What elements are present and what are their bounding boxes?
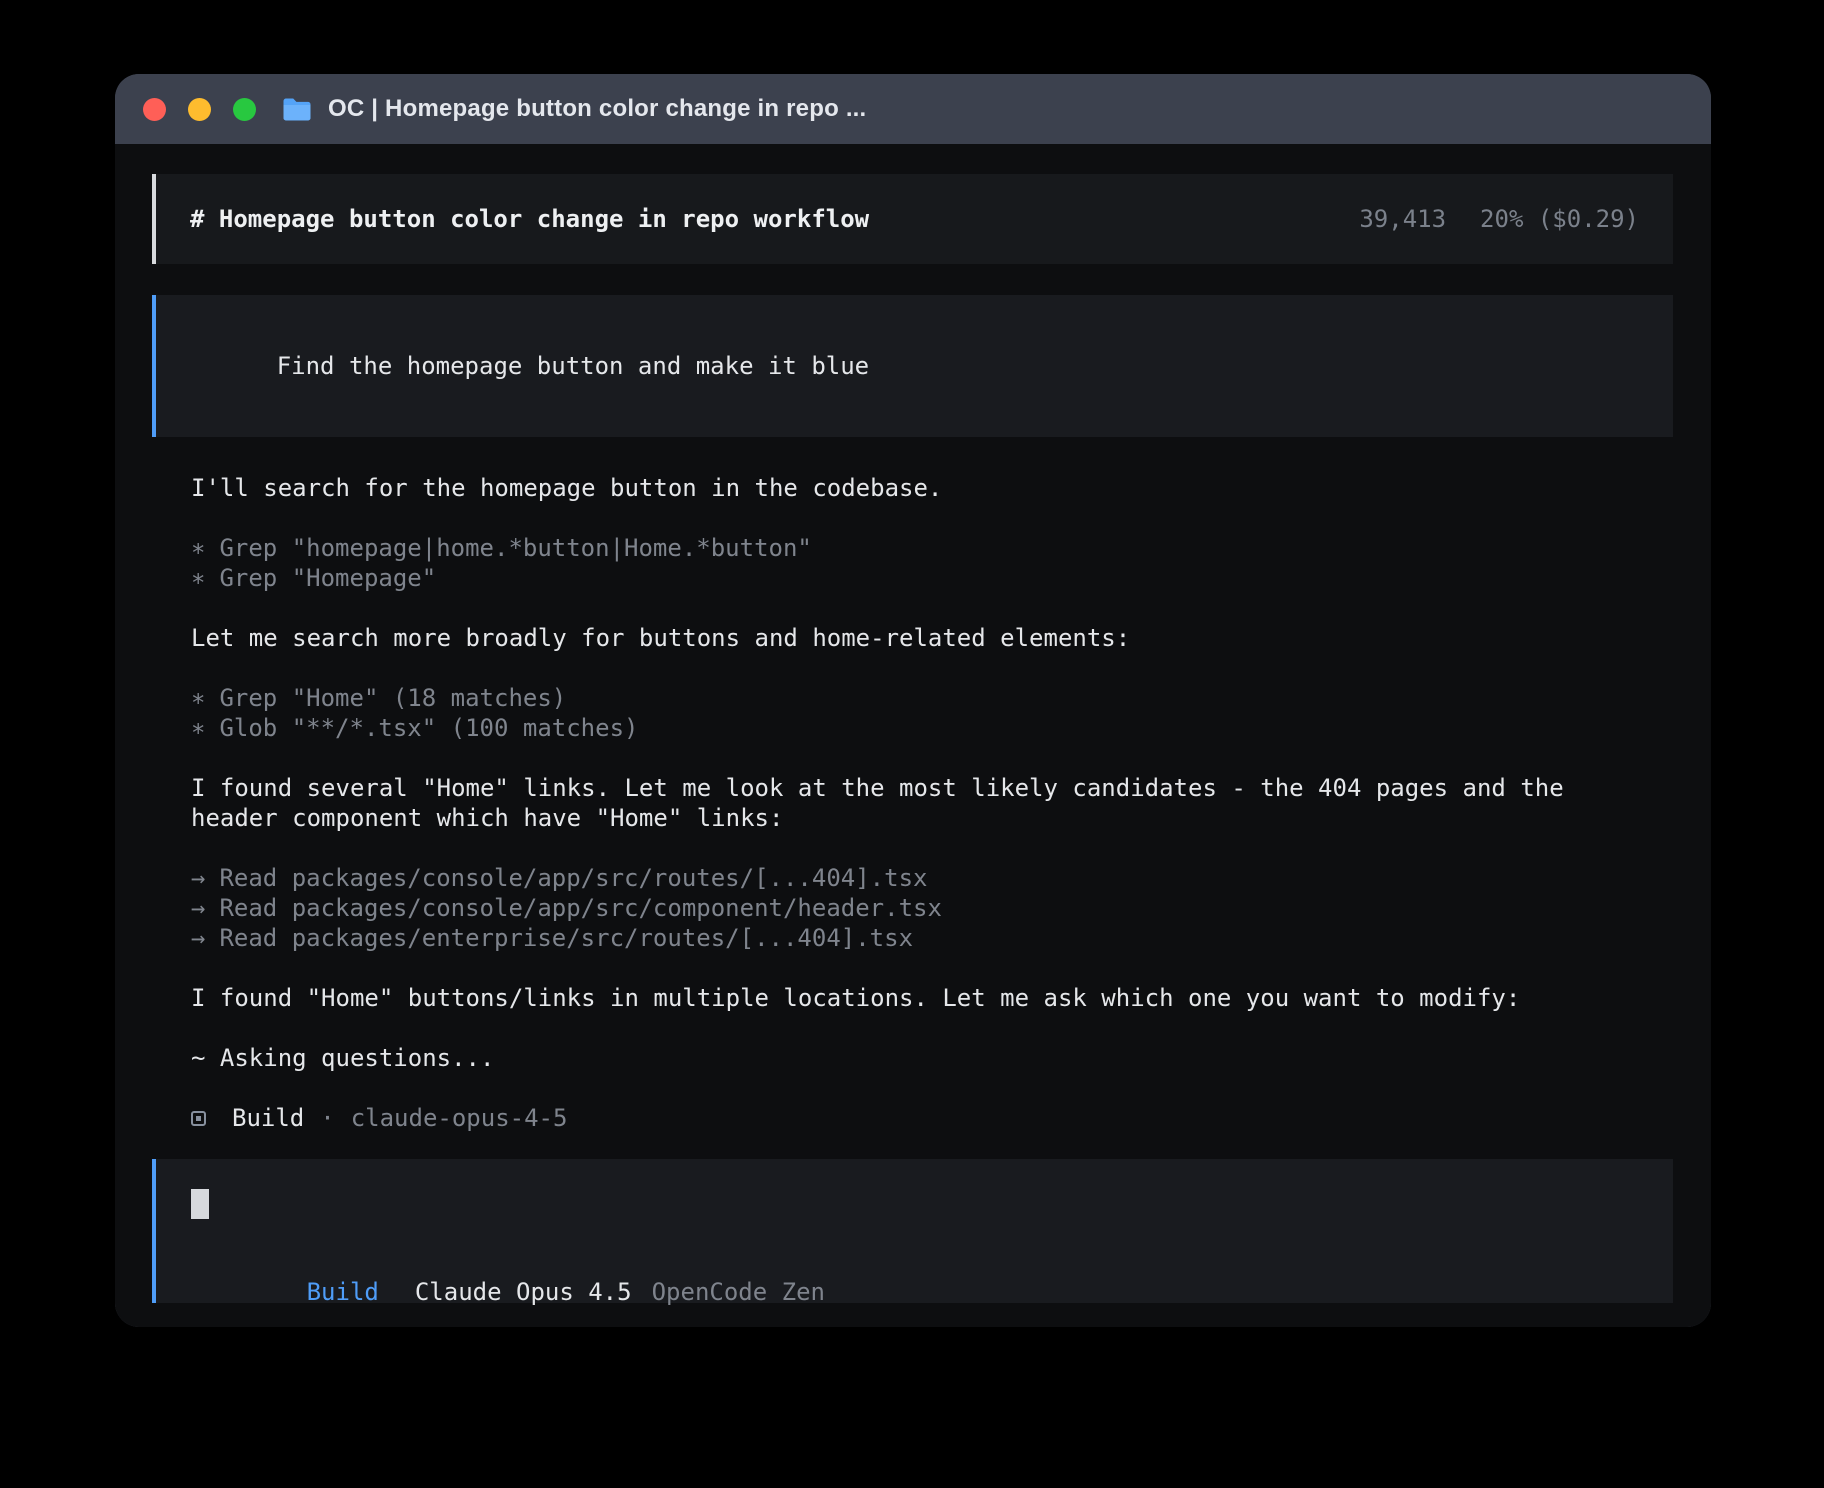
user-message: Find the homepage button and make it blu… [152,295,1673,437]
close-button[interactable] [143,98,166,121]
zoom-button[interactable] [233,98,256,121]
agent-mode-label: Build [307,1278,379,1306]
tool-call-text: Grep "Homepage" [219,564,436,592]
tool-call: ∗ Grep "Home" (18 matches) [191,683,1673,713]
asterisk-icon: ∗ [191,714,205,742]
tool-call-text: Read packages/console/app/src/routes/[..… [219,864,927,892]
tool-call-text: Grep "Home" (18 matches) [219,684,566,712]
traffic-lights [143,98,256,121]
assistant-text: header component which have "Home" links… [191,803,1673,833]
tool-call: ∗ Glob "**/*.tsx" (100 matches) [191,713,1673,743]
token-count: 39,413 [1359,204,1446,234]
asterisk-icon: ∗ [191,564,205,592]
text-cursor [191,1189,209,1219]
minimize-button[interactable] [188,98,211,121]
agent-status-line: Build · claude-opus-4-5 [191,1103,1673,1133]
assistant-paragraph: I found several "Home" links. Let me loo… [191,773,1673,833]
window-title: OC | Homepage button color change in rep… [328,95,866,123]
tool-call: → Read packages/console/app/src/component… [191,893,1673,923]
terminal-window: OC | Homepage button color change in rep… [115,74,1711,1327]
terminal-content: # Homepage button color change in repo w… [115,144,1711,1327]
tool-call: ∗ Grep "homepage|home.*button|Home.*butto… [191,533,1673,563]
agent-build-icon [191,1111,206,1126]
arrow-right-icon: → [191,924,205,952]
tool-call-text: Read packages/console/app/src/component/… [219,894,941,922]
status-bar-right: ctrl+tvariants tabagents ctrl+pcommands [1305,1303,1673,1327]
agent-name: Build [232,1103,304,1133]
asterisk-icon: ∗ [191,534,205,562]
tool-call: → Read packages/enterprise/src/routes/[..… [191,923,1673,953]
tool-call-group: ∗ Grep "homepage|home.*button|Home.*butto… [191,533,1673,593]
tool-call-group: → Read packages/console/app/src/routes/[.… [191,863,1673,953]
folder-icon [282,97,312,122]
tool-call-group: ∗ Grep "Home" (18 matches) ∗ Glob "**/*.ts… [191,683,1673,743]
session-header: # Homepage button color change in repo w… [152,174,1673,264]
user-message-text: Find the homepage button and make it blu… [277,352,869,380]
window-titlebar: OC | Homepage button color change in rep… [115,74,1711,144]
status-text: ~ Asking questions... [191,1043,1673,1073]
assistant-response: I'll search for the homepage button in t… [191,473,1673,1133]
assistant-text: I found "Home" buttons/links in multiple… [191,983,1673,1013]
tool-call-text: Glob "**/*.tsx" (100 matches) [219,714,638,742]
provider-name: OpenCode Zen [652,1278,825,1306]
separator-dot: · [320,1103,334,1133]
arrow-right-icon: → [191,864,205,892]
session-stats: 39,413 20% ($0.29) [1359,204,1639,234]
tool-call: ∗ Grep "Homepage" [191,563,1673,593]
assistant-text: I found several "Home" links. Let me loo… [191,773,1673,803]
tool-call-text: Read packages/enterprise/src/routes/[...… [219,924,913,952]
assistant-text: I'll search for the homepage button in t… [191,473,1673,503]
context-usage: 20% ($0.29) [1480,204,1639,234]
arrow-right-icon: → [191,894,205,922]
asterisk-icon: ∗ [191,684,205,712]
status-bar: ········ escinterrupt ctrl+tvariants tab… [152,1303,1673,1327]
tool-call: → Read packages/console/app/src/routes/[.… [191,863,1673,893]
prompt-input[interactable]: Build Claude Opus 4.5 OpenCode Zen [152,1159,1673,1303]
assistant-text: Let me search more broadly for buttons a… [191,623,1673,653]
session-title: # Homepage button color change in repo w… [190,204,869,234]
tool-call-text: Grep "homepage|home.*button|Home.*button… [219,534,811,562]
agent-model: claude-opus-4-5 [351,1103,568,1133]
model-name: Claude Opus 4.5 [415,1278,632,1306]
